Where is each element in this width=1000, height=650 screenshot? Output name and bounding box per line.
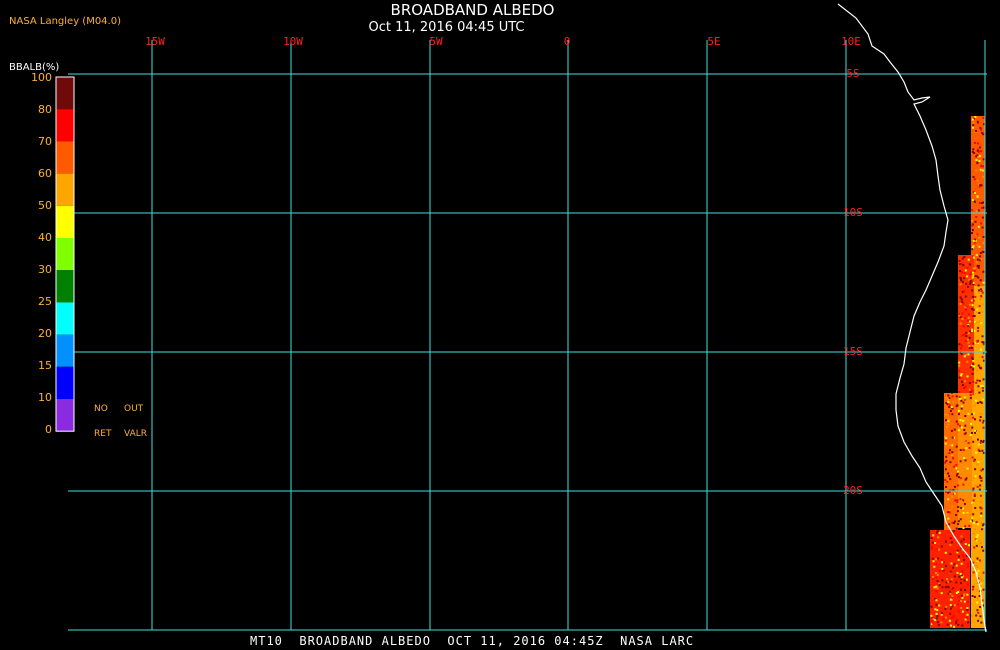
- lat-label: 20S: [843, 484, 863, 497]
- colorbar-tick-label: 80: [38, 103, 52, 116]
- colorbar-segment: [56, 238, 74, 271]
- lon-label: 0: [564, 35, 571, 48]
- colorbar-tick-label: 100: [31, 71, 52, 84]
- colorbar-tick-label: 70: [38, 135, 52, 148]
- colorbar-tick-label: 15: [38, 359, 52, 372]
- colorbar-segment: [56, 399, 74, 432]
- lon-label: 5W: [429, 35, 443, 48]
- lon-label: 10W: [283, 35, 303, 48]
- lon-label: 5E: [707, 35, 720, 48]
- colorbar-tick-label: 25: [38, 295, 52, 308]
- albedo-map: 15W 10W 5W 0 5E 10E 5S 10S 15S 20S: [0, 0, 1000, 650]
- no-retrieval-label-line2: RET: [94, 429, 112, 439]
- colorbar-tick-label: 60: [38, 167, 52, 180]
- colorbar-segment: [56, 302, 74, 335]
- map-background: [0, 0, 1000, 650]
- colorbar-segment: [56, 173, 74, 206]
- colorbar-segment: [56, 334, 74, 367]
- colorbar: [55, 76, 75, 432]
- colorbar-segment: [56, 205, 74, 238]
- no-retrieval-label-line1: NO: [94, 404, 108, 414]
- colorbar-segment: [56, 141, 74, 174]
- colorbar-segment: [56, 366, 74, 399]
- colorbar-tick-label: 40: [38, 231, 52, 244]
- colorbar-tick-label: 0: [45, 423, 52, 436]
- colorbar-segment: [56, 109, 74, 142]
- colorbar-segment: [56, 270, 74, 303]
- colorbar-tick-label: 30: [38, 263, 52, 276]
- colorbar-tick-label: 10: [38, 391, 52, 404]
- timestamp: Oct 11, 2016 04:45 UTC: [368, 20, 525, 35]
- map-title: BROADBAND ALBEDO: [390, 1, 555, 19]
- out-of-range-label-line1: OUT: [124, 404, 144, 414]
- colorbar-tick-label: 20: [38, 327, 52, 340]
- footer-caption: MT10 BROADBAND ALBEDO OCT 11, 2016 04:45…: [250, 634, 695, 648]
- out-of-range-label-line2: VALR: [124, 429, 148, 439]
- lat-label: 15S: [843, 345, 863, 358]
- lat-label: 5S: [846, 67, 859, 80]
- colorbar-segment: [56, 77, 74, 110]
- lon-label: 15W: [145, 35, 165, 48]
- lat-label: 10S: [843, 206, 863, 219]
- colorbar-tick-label: 50: [38, 199, 52, 212]
- lon-label: 10E: [841, 35, 861, 48]
